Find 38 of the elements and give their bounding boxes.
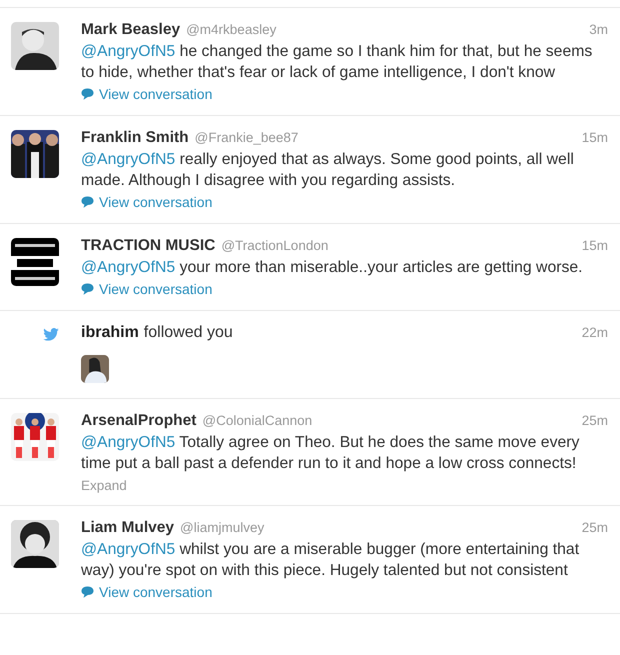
timestamp[interactable]: 15m — [582, 130, 608, 145]
view-conversation-link[interactable]: View conversation — [81, 584, 212, 600]
mention-link[interactable]: @AngryOfN5 — [81, 151, 176, 168]
mention-link[interactable]: @AngryOfN5 — [81, 259, 176, 276]
user-handle[interactable]: @Frankie_bee87 — [194, 130, 298, 145]
tweet-text: @AngryOfN5 he changed the game so I thank him for that, but he seems to hide, whether that's fear or lack of game intelligence, I don't know — [81, 42, 594, 83]
view-conversation-link[interactable]: View conversation — [81, 194, 212, 210]
user-handle[interactable]: @m4rkbeasley — [186, 22, 276, 37]
tweet-text: @AngryOfN5 whilst you are a miserable bugger (more entertaining that way) you're spot on with this piece. Hugely talented but not consistent — [81, 540, 580, 581]
speech-bubble-icon — [81, 196, 94, 208]
user-name[interactable]: Mark Beasley — [81, 21, 180, 39]
timestamp[interactable]: 3m — [589, 22, 608, 37]
tweet-text: @AngryOfN5 Totally agree on Theo. But he does the same move every time put a ball past a defender run to it and hope a low cross connects! — [81, 433, 580, 474]
speech-bubble-icon — [81, 586, 94, 598]
timestamp[interactable]: 25m — [582, 520, 608, 535]
follow-text: followed you — [144, 324, 233, 342]
speech-bubble-icon — [81, 283, 94, 295]
user-handle[interactable]: @ColonialCannon — [202, 413, 312, 428]
user-name[interactable]: Franklin Smith — [81, 129, 189, 147]
view-conversation-link[interactable]: View conversation — [81, 86, 212, 102]
timestamp[interactable]: 15m — [582, 238, 608, 253]
timestamp[interactable]: 22m — [582, 325, 608, 340]
mention-link[interactable]: @AngryOfN5 — [81, 43, 176, 60]
user-name[interactable]: Liam Mulvey — [81, 519, 174, 537]
user-name[interactable]: ibrahim — [81, 324, 139, 342]
speech-bubble-icon — [81, 88, 94, 100]
mention-link[interactable]: @AngryOfN5 — [81, 434, 176, 451]
user-name[interactable]: TRACTION MUSIC — [81, 237, 216, 255]
user-name[interactable]: ArsenalProphet — [81, 412, 196, 430]
tweet-text: @AngryOfN5 really enjoyed that as always. Some good points, all well made. Although I disagree with you regarding assists. — [81, 150, 575, 191]
mention-link[interactable]: @AngryOfN5 — [81, 541, 176, 558]
expand-link[interactable]: Expand — [81, 478, 127, 493]
user-handle[interactable]: @TractionLondon — [221, 238, 328, 253]
tweet-text: @AngryOfN5 your more than miserable..your articles are getting worse. — [81, 258, 584, 278]
bird-icon — [43, 328, 59, 341]
view-conversation-link[interactable]: View conversation — [81, 281, 212, 297]
timestamp[interactable]: 25m — [582, 413, 608, 428]
user-handle[interactable]: @liamjmulvey — [180, 520, 264, 535]
